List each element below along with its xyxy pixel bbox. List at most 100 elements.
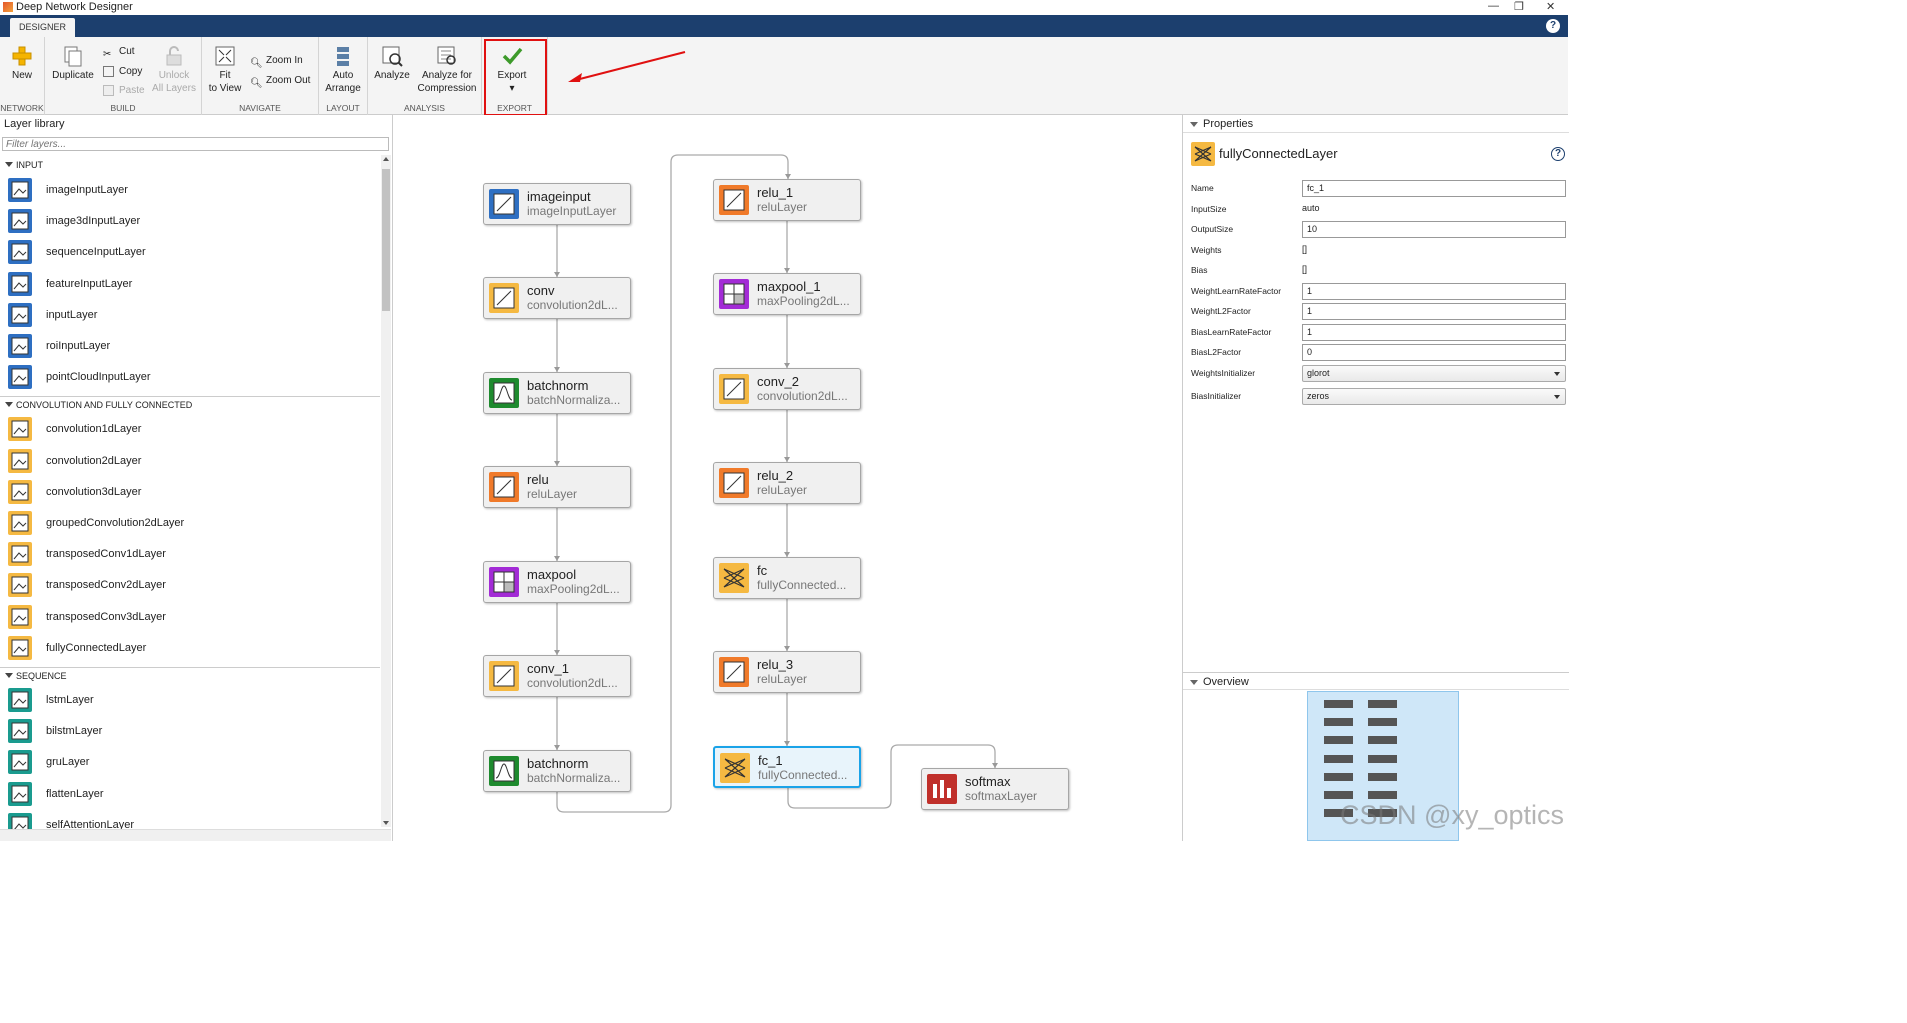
category-header[interactable]: SEQUENCE xyxy=(0,667,380,683)
property-input[interactable]: 1 xyxy=(1302,303,1566,320)
library-item[interactable]: gruLayer xyxy=(8,748,378,776)
duplicate-icon xyxy=(62,45,84,67)
layer-node[interactable]: relu_1 reluLayer xyxy=(713,179,861,221)
paste-icon xyxy=(103,84,114,96)
analyze-button[interactable]: Analyze xyxy=(372,45,412,82)
library-item[interactable]: pointCloudInputLayer xyxy=(8,363,378,391)
property-input[interactable]: 1 xyxy=(1302,283,1566,300)
library-item-label: convolution1dLayer xyxy=(46,423,142,436)
node-name: relu_2 xyxy=(757,468,794,483)
layer-icon xyxy=(8,750,32,775)
tab-designer[interactable]: DESIGNER xyxy=(10,18,75,37)
layer-library-title: Layer library xyxy=(4,118,65,130)
category-header[interactable]: INPUT xyxy=(0,157,380,173)
unlock-all-layers-button[interactable]: Unlock All Layers xyxy=(150,45,198,95)
cut-button[interactable]: ✂ Cut xyxy=(103,43,135,61)
auto-arrange-button[interactable]: Auto Arrange xyxy=(323,45,363,95)
property-label: WeightLearnRateFactor xyxy=(1191,286,1282,296)
library-item[interactable]: imageInputLayer xyxy=(8,176,378,204)
layer-node[interactable]: imageinput imageInputLayer xyxy=(483,183,631,225)
property-dropdown[interactable]: glorot xyxy=(1302,365,1566,382)
layer-node[interactable]: conv_1 convolution2dL... xyxy=(483,655,631,697)
library-scrollbar[interactable] xyxy=(381,155,391,827)
library-item-label: groupedConvolution2dLayer xyxy=(46,517,185,529)
duplicate-button[interactable]: Duplicate xyxy=(50,45,96,82)
property-input[interactable]: fc_1 xyxy=(1302,180,1566,197)
layer-node[interactable]: relu_2 reluLayer xyxy=(713,462,861,504)
scroll-up-icon[interactable] xyxy=(383,157,389,161)
analysis-section: Analyze Analyze for Compression ANALYSIS xyxy=(368,37,482,115)
analyze-for-compression-button[interactable]: Analyze for Compression xyxy=(416,45,478,95)
node-name: conv_2 xyxy=(757,374,799,389)
copy-button[interactable]: Copy xyxy=(103,63,142,81)
new-button[interactable]: New xyxy=(4,45,40,82)
overview-header[interactable]: Overview xyxy=(1183,672,1569,690)
properties-header[interactable]: Properties xyxy=(1183,115,1569,133)
layer-node[interactable]: conv convolution2dL... xyxy=(483,277,631,319)
property-input[interactable]: 1 xyxy=(1302,324,1566,341)
property-value: auto xyxy=(1302,203,1320,213)
node-type: reluLayer xyxy=(757,672,808,686)
help-icon[interactable]: ? xyxy=(1546,19,1560,33)
restore-icon[interactable]: ❐ xyxy=(1514,0,1524,13)
library-item[interactable]: sequenceInputLayer xyxy=(8,238,378,266)
fit-to-view-button[interactable]: Fit to View xyxy=(206,45,244,95)
library-horizontal-scrollbar[interactable] xyxy=(0,829,391,841)
property-input[interactable]: 0 xyxy=(1302,344,1566,361)
overview-node xyxy=(1368,700,1397,708)
layer-node[interactable]: relu reluLayer xyxy=(483,466,631,508)
library-item[interactable]: inputLayer xyxy=(8,301,378,329)
library-item[interactable]: transposedConv2dLayer xyxy=(8,571,378,599)
layer-node[interactable]: fc fullyConnected... xyxy=(713,557,861,599)
layer-node[interactable]: softmax softmaxLayer xyxy=(921,768,1069,810)
layer-node[interactable]: maxpool_1 maxPooling2dL... xyxy=(713,273,861,315)
library-item[interactable]: roiInputLayer xyxy=(8,332,378,360)
library-item[interactable]: convolution1dLayer xyxy=(8,415,378,443)
property-label: WeightL2Factor xyxy=(1191,306,1251,316)
auto-arrange-icon xyxy=(332,45,354,67)
library-item[interactable]: lstmLayer xyxy=(8,686,378,714)
layer-icon xyxy=(489,189,519,219)
layer-node[interactable]: maxpool maxPooling2dL... xyxy=(483,561,631,603)
library-item[interactable]: transposedConv3dLayer xyxy=(8,603,378,631)
library-item[interactable]: bilstmLayer xyxy=(8,717,378,745)
scrollbar-thumb[interactable] xyxy=(382,169,390,311)
node-name: batchnorm xyxy=(527,756,589,771)
layer-node[interactable]: relu_3 reluLayer xyxy=(713,651,861,693)
layer-node[interactable]: fc_1 fullyConnected... xyxy=(713,746,861,788)
minimize-icon[interactable]: — xyxy=(1488,0,1499,12)
property-input[interactable]: 10 xyxy=(1302,221,1566,238)
node-type: maxPooling2dL... xyxy=(757,294,850,308)
library-item[interactable]: groupedConvolution2dLayer xyxy=(8,509,378,537)
matlab-logo-icon xyxy=(3,2,13,12)
library-item-label: image3dInputLayer xyxy=(46,215,141,228)
library-item[interactable]: fullyConnectedLayer xyxy=(8,634,378,662)
help-question-icon[interactable]: ? xyxy=(1551,147,1565,161)
property-dropdown[interactable]: zeros xyxy=(1302,388,1566,405)
library-item-label: transposedConv2dLayer xyxy=(46,579,166,592)
property-row: WeightsInitializer glorot xyxy=(1191,364,1567,382)
filter-layers-input[interactable] xyxy=(2,137,389,151)
layer-node[interactable]: batchnorm batchNormaliza... xyxy=(483,372,631,414)
layout-caption: LAYOUT xyxy=(326,103,360,113)
layer-icon xyxy=(489,661,519,691)
library-item[interactable]: featureInputLayer xyxy=(8,270,378,298)
library-item[interactable]: flattenLayer xyxy=(8,780,378,808)
network-canvas[interactable]: imageinput imageInputLayer conv convolution… xyxy=(394,115,1182,841)
zoom-out-button[interactable]: 🔍︎ Zoom Out xyxy=(250,72,310,90)
layer-node[interactable]: conv_2 convolution2dL... xyxy=(713,368,861,410)
layer-node[interactable]: batchnorm batchNormaliza... xyxy=(483,750,631,792)
category-header[interactable]: CONVOLUTION AND FULLY CONNECTED xyxy=(0,396,380,412)
tab-bar: DESIGNER ? xyxy=(0,15,1568,37)
node-type: fullyConnected... xyxy=(757,578,847,592)
library-item[interactable]: convolution3dLayer xyxy=(8,478,378,506)
scroll-down-icon[interactable] xyxy=(383,821,389,825)
node-name: fc_1 xyxy=(758,753,783,768)
library-item[interactable]: transposedConv1dLayer xyxy=(8,540,378,568)
library-item[interactable]: image3dInputLayer xyxy=(8,207,378,235)
library-item[interactable]: convolution2dLayer xyxy=(8,447,378,475)
zoom-in-button[interactable]: 🔍︎ Zoom In xyxy=(250,52,303,70)
property-row: WeightL2Factor 1 xyxy=(1191,302,1567,320)
close-icon[interactable]: ✕ xyxy=(1546,0,1555,13)
paste-button[interactable]: Paste xyxy=(103,82,145,100)
